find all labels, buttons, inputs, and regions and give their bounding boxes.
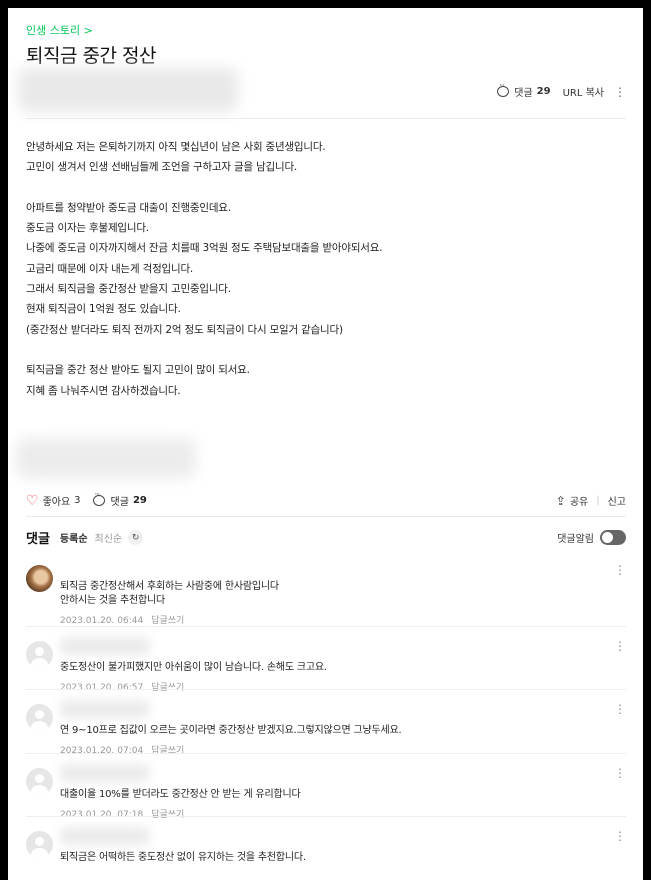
post-body-line: 나중에 중도금 이자까지해서 잔금 치를때 3억원 정도 주택담보대출을 받아야… [26,242,383,255]
post-body-line: 아파트를 청약받아 중도금 대출이 진행중인데요. [26,201,231,214]
divider [26,118,626,119]
post-body-line: 고민이 생겨서 인생 선배님들께 조언을 구하고자 글을 남깁니다. [26,161,298,174]
comment-notify-toggle[interactable] [600,530,626,545]
category-link[interactable]: 인생 스토리 > [26,22,93,38]
post-body-line [26,178,626,198]
like-count: 3 [74,495,81,506]
more-options-icon[interactable]: ⋮ [614,85,626,99]
author-name-blurred [60,764,150,782]
post-body: 안녕하세요 저는 은퇴하기까지 아직 몇십년이 남은 사회 중년생입니다. 고민이… [26,137,626,401]
author-info-blurred [18,68,238,112]
post-body-line: 지혜 좀 나눠주시면 감사하겠습니다. [26,384,181,397]
comment-date: 2023.01.20. 07:18 [60,810,144,820]
author-name-blurred [60,637,150,655]
comment-divider [26,753,626,754]
post-body-line: 안녕하세요 저는 은퇴하기까지 아직 몇십년이 남은 사회 중년생입니다. [26,141,326,153]
like-button[interactable]: 좋아요 [43,493,71,508]
comment-more-icon[interactable]: ⋮ [614,702,626,716]
post-body-line: 현재 퇴직금이 1억원 정도 있습니다. [26,303,181,316]
comments-header: 댓글 등록순 최신순 ↻ 댓글알림 [26,528,626,547]
signature-blurred [16,438,196,478]
post-body-line [26,340,626,360]
comment-more-icon[interactable]: ⋮ [614,639,626,653]
comment-meta: 2023.01.20. 06:57 답글쓰기 [60,680,184,693]
comment-action[interactable]: 댓글 29 [92,490,147,508]
comments-title: 댓글 [26,532,50,547]
avatar[interactable] [26,831,53,858]
share-button[interactable]: 공유 [570,493,588,508]
reply-button[interactable]: 답글쓰기 [151,683,184,693]
sort-registered-tab[interactable]: 등록순 [60,530,88,545]
comment-more-icon[interactable]: ⋮ [614,563,626,577]
comment-text: 연 9~10프로 집값이 오르는 곳이라면 중간정산 받겠지요.그렇지않으면 그… [60,725,402,736]
comment-meta: 2023.01.20. 07:18 답글쓰기 [60,807,184,820]
comment-text: 중도정산이 불가피했지만 아쉬움이 많이 남습니다. 손해도 크고요. [60,662,327,673]
author-name-blurred [60,700,150,718]
avatar[interactable] [26,768,53,795]
post-body-line: (중간정산 받더라도 퇴직 전까지 2억 정도 퇴직금이 다시 모일거 같습니다… [26,323,343,336]
post-body-line: 퇴직금을 중간 정산 받아도 될지 고민이 많이 되서요. [26,364,250,377]
comment-text: 퇴직금은 어떡하든 중도정산 없이 유지하는 것을 추천합니다. [60,852,306,863]
comment-meta: 2023.01.20. 06:44 답글쓰기 [60,613,184,626]
comment-icon [92,490,105,506]
comment-text: 안하시는 것을 추천합니다 [60,595,165,606]
sort-latest-tab[interactable]: 최신순 [95,530,123,545]
author-name-blurred [60,827,150,845]
reply-button[interactable]: 답글쓰기 [151,746,184,756]
url-copy-button[interactable]: URL 복사 [563,84,604,99]
comment-notify-label: 댓글알림 [557,534,594,545]
comment-link-label[interactable]: 댓글 [514,84,532,99]
comment-action-count: 29 [132,495,147,506]
avatar[interactable] [26,641,53,668]
comment-divider [26,816,626,817]
post-body-line: 중도금 이자는 후불제입니다. [26,222,149,235]
report-button[interactable]: 신고 [608,493,626,508]
post-actions: ♡ 좋아요 3 댓글 29 ⇪ 공유 | 신고 [26,490,626,509]
comment-text: 퇴직금 중간정산해서 후회하는 사람중에 한사람입니다 [60,581,279,592]
comment-text: 대출이율 10%를 받더라도 중간정산 안 받는 게 유리합니다 [60,789,301,800]
heart-icon[interactable]: ♡ [26,494,39,508]
divider [26,516,626,517]
comment-date: 2023.01.20. 06:57 [60,683,144,693]
comment-date: 2023.01.20. 06:44 [60,616,144,626]
reply-button[interactable]: 답글쓰기 [151,810,184,820]
comment-divider [26,626,626,627]
page-frame: 인생 스토리 > 퇴직금 중간 정산 댓글 29 URL 복사 ⋮ 안녕하세요 … [8,8,643,880]
comment-meta: 2023.01.20. 07:04 답글쓰기 [60,743,184,756]
comment-more-icon[interactable]: ⋮ [614,766,626,780]
actions-right: ⇪ 공유 | 신고 [556,493,626,509]
separator: | [596,495,600,506]
comment-notify: 댓글알림 [557,530,626,545]
comment-divider [26,689,626,690]
post-meta-toolbar: 댓글 29 URL 복사 ⋮ [497,81,626,99]
avatar[interactable] [26,565,53,592]
post-body-line: 고금리 때문에 이자 내는게 걱정입니다. [26,262,194,275]
comment-action-label: 댓글 [110,497,129,508]
avatar[interactable] [26,704,53,731]
post-body-line: 그래서 퇴직금을 중간정산 받을지 고민중입니다. [26,283,231,296]
comment-icon [497,81,510,97]
comment-count: 29 [536,86,551,97]
comment-more-icon[interactable]: ⋮ [614,829,626,843]
post-title: 퇴직금 중간 정산 [26,45,156,67]
refresh-icon[interactable]: ↻ [128,530,144,545]
share-icon[interactable]: ⇪ [556,494,566,508]
reply-button[interactable]: 답글쓰기 [151,616,184,626]
comment-date: 2023.01.20. 07:04 [60,746,144,756]
